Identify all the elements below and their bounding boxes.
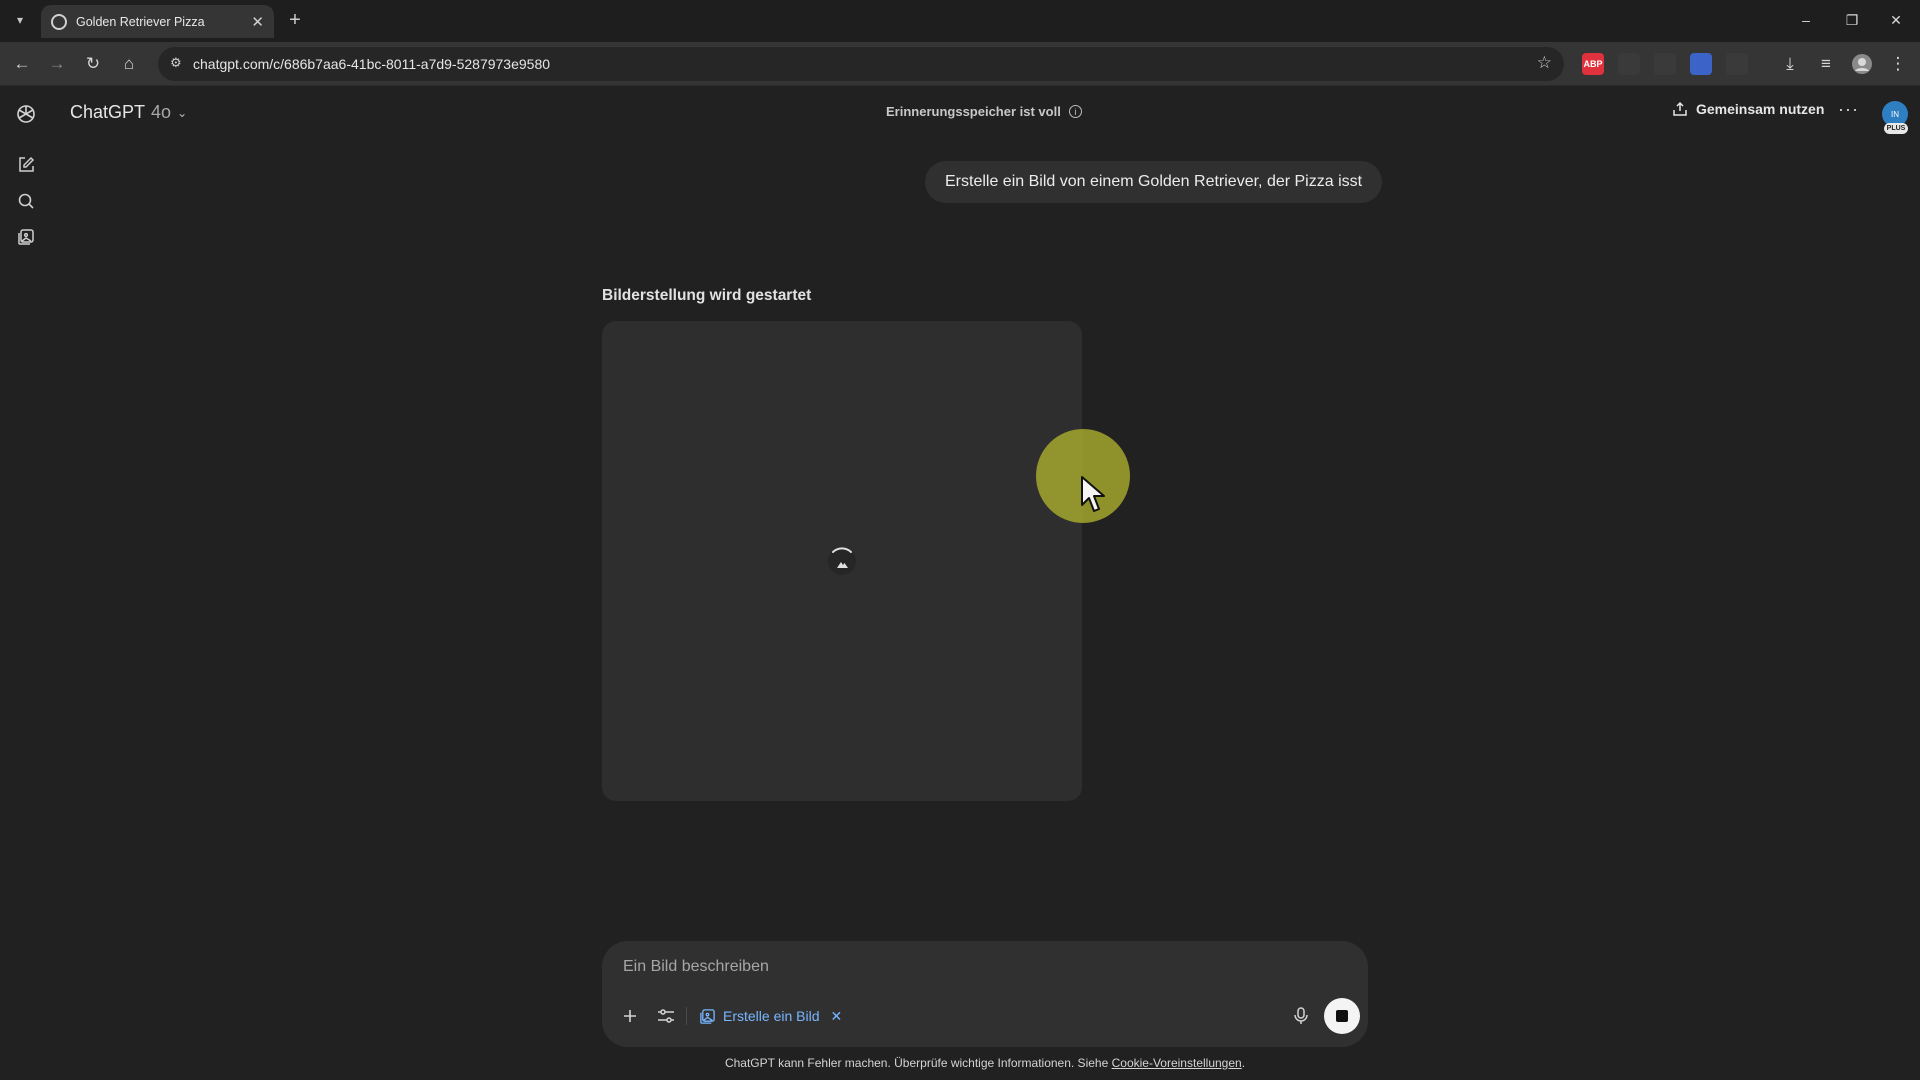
swoosh-extension-icon[interactable] <box>1618 53 1640 75</box>
memory-notice-text: Erinnerungsspeicher ist voll <box>886 104 1061 119</box>
cookie-preferences-link[interactable]: Cookie-Voreinstellungen <box>1112 1056 1242 1070</box>
browser-toolbar: ← → ↻ ⌂ ⚙ chatgpt.com/c/686b7aa6-41bc-80… <box>0 42 1920 86</box>
info-icon[interactable]: i <box>1068 105 1082 118</box>
reload-icon[interactable]: ↻ <box>79 50 107 78</box>
puzzle-extension-icon[interactable] <box>1726 53 1748 75</box>
tab-search-chevron-icon[interactable]: ▾ <box>8 8 32 32</box>
image-loading-spinner-icon <box>828 547 856 575</box>
tab-close-icon[interactable]: ✕ <box>251 13 264 31</box>
media-controls-icon[interactable]: ≡ <box>1812 50 1840 78</box>
image-tool-icon <box>700 1008 715 1024</box>
stop-generating-button[interactable] <box>1324 998 1360 1034</box>
openai-logo-icon[interactable] <box>14 102 38 126</box>
disclaimer-period: . <box>1241 1056 1246 1070</box>
shield-extension-icon[interactable] <box>1690 53 1712 75</box>
library-images-icon[interactable] <box>14 225 38 249</box>
microphone-icon[interactable] <box>1288 1003 1314 1029</box>
forward-arrow-icon[interactable]: → <box>43 50 71 78</box>
share-button[interactable]: Gemeinsam nutzen <box>1672 101 1824 117</box>
home-icon[interactable]: ⌂ <box>115 50 143 78</box>
profile-icon[interactable] <box>1848 50 1876 78</box>
footer-disclaimer: ChatGPT kann Fehler machen. Überprüfe wi… <box>0 1056 1920 1070</box>
model-selector[interactable]: ChatGPT 4o ⌄ <box>70 102 187 123</box>
remove-tool-close-icon[interactable]: ✕ <box>831 1008 843 1025</box>
mouse-pointer-icon <box>1081 476 1105 512</box>
tools-sliders-icon[interactable] <box>653 1003 679 1029</box>
window-restore-icon[interactable]: ❐ <box>1830 4 1874 36</box>
image-generation-status: Bilderstellung wird gestartet <box>602 287 812 304</box>
bookmark-star-icon[interactable]: ☆ <box>1537 53 1552 73</box>
create-image-tool-pill[interactable]: Erstelle ein Bild ✕ <box>699 1003 842 1029</box>
site-info-icon[interactable]: ⚙ <box>170 55 182 71</box>
chevron-down-icon: ⌄ <box>177 105 188 120</box>
stop-square-icon <box>1336 1010 1348 1022</box>
prompt-input[interactable]: Ein Bild beschreiben <box>623 958 769 976</box>
chatgpt-app: ChatGPT 4o ⌄ Erinnerungsspeicher ist vol… <box>0 87 1920 1080</box>
browser-tab-active[interactable]: Golden Retriever Pizza ✕ <box>41 5 274 38</box>
new-chat-icon[interactable] <box>14 153 38 177</box>
share-label: Gemeinsam nutzen <box>1696 101 1825 117</box>
window-minimize-icon[interactable]: – <box>1784 4 1828 36</box>
more-options-icon[interactable]: ··· <box>1838 99 1859 120</box>
tool-pill-label: Erstelle ein Bild <box>723 1008 820 1024</box>
downloads-icon[interactable]: ⤓ <box>1776 50 1804 78</box>
address-bar[interactable]: ⚙ chatgpt.com/c/686b7aa6-41bc-8011-a7d9-… <box>158 47 1564 81</box>
chatgpt-favicon-icon <box>51 13 67 30</box>
image-placeholder <box>602 321 1082 801</box>
memory-full-notice[interactable]: Erinnerungsspeicher ist voll i <box>886 104 1082 119</box>
user-message-bubble: Erstelle ein Bild von einem Golden Retri… <box>925 161 1383 203</box>
share-upload-icon <box>1673 101 1687 116</box>
back-arrow-icon[interactable]: ← <box>8 50 36 78</box>
abp-extension-icon[interactable]: ABP <box>1582 53 1604 75</box>
message-composer[interactable]: Ein Bild beschreiben Erstelle ein Bild ✕ <box>602 941 1368 1047</box>
plan-badge: PLUS <box>1884 123 1908 134</box>
disclaimer-text: ChatGPT kann Fehler machen. Überprüfe wi… <box>724 1056 1109 1070</box>
browser-tabstrip: ▾ Golden Retriever Pizza ✕ + – ❐ ✕ <box>0 0 1920 42</box>
add-attachment-plus-icon[interactable] <box>617 1003 643 1029</box>
window-close-icon[interactable]: ✕ <box>1874 4 1918 36</box>
search-chats-icon[interactable] <box>14 189 38 213</box>
composer-divider <box>686 1007 687 1025</box>
model-name: ChatGPT <box>70 102 146 122</box>
model-version: 4o <box>151 102 172 122</box>
tab-title: Golden Retriever Pizza <box>76 14 205 29</box>
browser-menu-icon[interactable]: ⋮ <box>1884 50 1912 78</box>
camera-extension-icon[interactable] <box>1654 53 1676 75</box>
new-tab-plus-icon[interactable]: + <box>283 8 307 32</box>
address-url[interactable]: chatgpt.com/c/686b7aa6-41bc-8011-a7d9-52… <box>193 56 550 72</box>
